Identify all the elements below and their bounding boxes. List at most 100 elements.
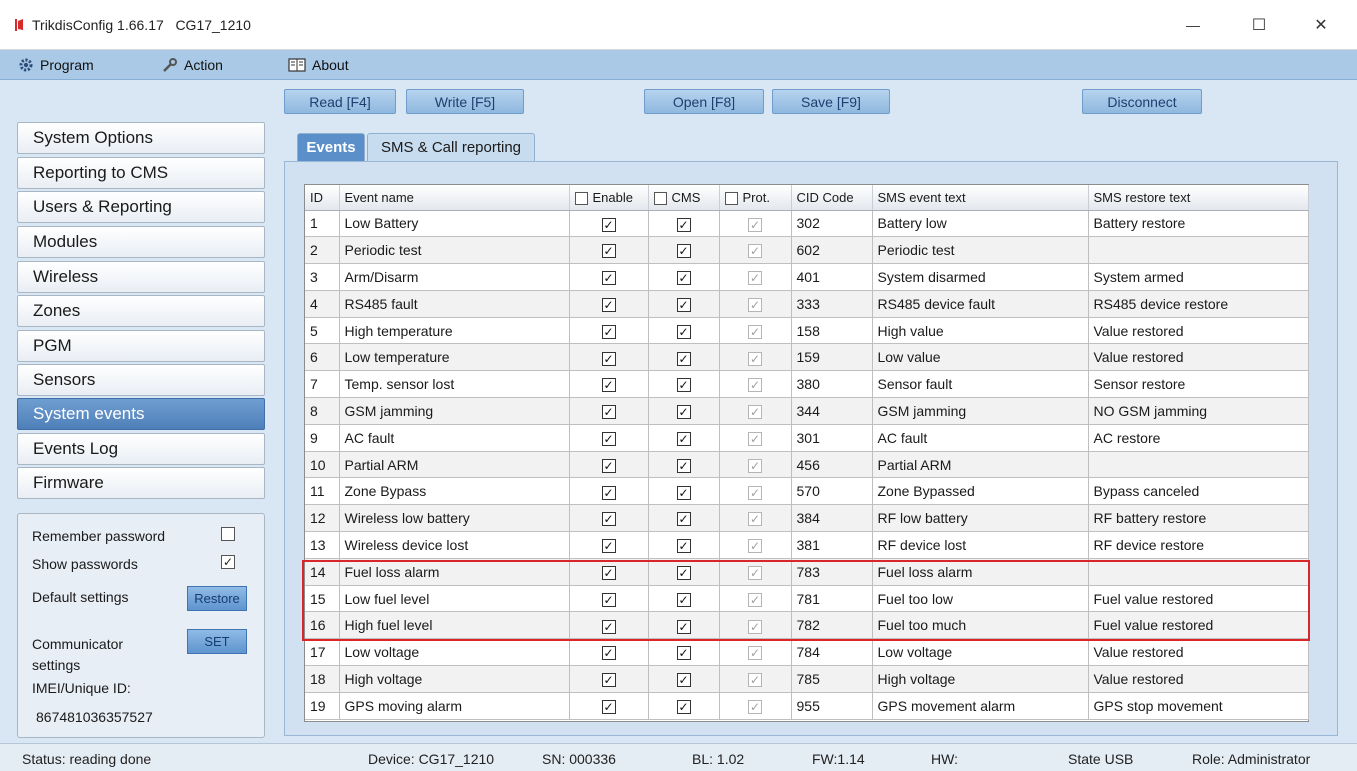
sidebar-item-system-options[interactable]: System Options [17,122,265,154]
event-id[interactable]: 14 [305,558,340,586]
sms-event-text[interactable]: Low voltage [872,638,1089,667]
event-name[interactable]: Zone Bypass [339,477,570,506]
event-id[interactable]: 2 [305,236,340,265]
table-row[interactable]: 12 Wireless low battery ✓ ✓ ✓ 384 RF low batte… [305,504,1309,533]
event-id[interactable]: 13 [305,531,340,559]
sms-event-text[interactable]: System disarmed [872,263,1089,291]
sms-restore-text[interactable]: RS485 device restore [1088,290,1309,318]
write-button[interactable]: Write [F5] [406,89,524,114]
event-name[interactable]: RS485 fault [339,290,570,318]
cid-code[interactable]: 159 [791,343,873,372]
tab-events[interactable]: Events [297,133,365,161]
table-row[interactable]: 13 Wireless device lost ✓ ✓ ✓ 381 RF device lo… [305,531,1309,559]
cid-code[interactable]: 456 [791,451,873,479]
cid-code[interactable]: 781 [791,585,873,613]
sms-event-text[interactable]: Fuel too much [872,611,1089,640]
column-header-cms[interactable]: CMS [648,185,720,211]
cid-code[interactable]: 570 [791,477,873,506]
event-name[interactable]: Low Battery [339,210,570,238]
cms-checkbox[interactable]: ✓ [676,378,691,393]
cid-code[interactable]: 158 [791,317,873,345]
sidebar-item-firmware[interactable]: Firmware [17,467,265,499]
sms-restore-text[interactable]: Bypass canceled [1088,477,1309,506]
restore-button[interactable]: Restore [187,586,247,611]
enable-checkbox[interactable]: ✓ [601,297,616,312]
enable-checkbox[interactable]: ✓ [601,324,616,339]
cms-checkbox[interactable]: ✓ [676,244,691,259]
sms-restore-text[interactable] [1088,236,1309,265]
event-id[interactable]: 18 [305,665,340,693]
column-header-enable[interactable]: Enable [569,185,649,211]
event-name[interactable]: Partial ARM [339,451,570,479]
table-row[interactable]: 3 Arm/Disarm ✓ ✓ ✓ 401 System disarmed System a… [305,263,1309,291]
enable-checkbox[interactable]: ✓ [601,431,616,446]
sms-restore-text[interactable] [1088,451,1309,479]
sidebar-item-pgm[interactable]: PGM [17,330,265,362]
event-name[interactable]: High temperature [339,317,570,345]
sms-restore-text[interactable]: System armed [1088,263,1309,291]
enable-checkbox[interactable]: ✓ [601,539,616,554]
enable-checkbox[interactable]: ✓ [601,485,616,500]
sms-event-text[interactable]: Battery low [872,210,1089,238]
maximize-button[interactable]: ☐ [1236,10,1282,40]
sidebar-item-events-log[interactable]: Events Log [17,433,265,465]
sms-restore-text[interactable]: Value restored [1088,343,1309,372]
enable-checkbox[interactable]: ✓ [601,646,616,661]
cms-checkbox[interactable]: ✓ [676,324,691,339]
remember-password-checkbox[interactable] [221,527,235,541]
open-button[interactable]: Open [F8] [644,89,764,114]
cid-code[interactable]: 784 [791,638,873,667]
cid-code[interactable]: 333 [791,290,873,318]
sms-restore-text[interactable]: Battery restore [1088,210,1309,238]
event-name[interactable]: Wireless device lost [339,531,570,559]
sms-event-text[interactable]: AC fault [872,424,1089,452]
cid-code[interactable]: 401 [791,263,873,291]
sms-restore-text[interactable]: Fuel value restored [1088,585,1309,613]
sms-event-text[interactable]: Partial ARM [872,451,1089,479]
event-id[interactable]: 7 [305,370,340,399]
cid-code[interactable]: 782 [791,611,873,640]
event-id[interactable]: 3 [305,263,340,291]
table-row[interactable]: 4 RS485 fault ✓ ✓ ✓ 333 RS485 device fault RS48… [305,290,1309,318]
table-row[interactable]: 14 Fuel loss alarm ✓ ✓ ✓ 783 Fuel loss alarm [305,558,1309,586]
cms-checkbox[interactable]: ✓ [676,592,691,607]
sidebar-item-sensors[interactable]: Sensors [17,364,265,396]
cms-checkbox[interactable]: ✓ [676,351,691,366]
event-id[interactable]: 16 [305,611,340,640]
enable-checkbox[interactable]: ✓ [601,351,616,366]
cid-code[interactable]: 785 [791,665,873,693]
save-button[interactable]: Save [F9] [772,89,890,114]
table-row[interactable]: 18 High voltage ✓ ✓ ✓ 785 High voltage Value re… [305,665,1309,693]
event-name[interactable]: Fuel loss alarm [339,558,570,586]
cms-checkbox[interactable]: ✓ [676,217,691,232]
event-name[interactable]: Periodic test [339,236,570,265]
sms-restore-text[interactable]: GPS stop movement [1088,692,1309,720]
cms-checkbox[interactable]: ✓ [676,565,691,580]
sms-restore-text[interactable]: Value restored [1088,665,1309,693]
cid-code[interactable]: 602 [791,236,873,265]
cms-checkbox[interactable]: ✓ [676,297,691,312]
event-name[interactable]: High voltage [339,665,570,693]
cms-all-checkbox[interactable] [653,191,667,205]
sms-event-text[interactable]: Zone Bypassed [872,477,1089,506]
event-id[interactable]: 12 [305,504,340,533]
cms-checkbox[interactable]: ✓ [676,271,691,286]
table-row[interactable]: 5 High temperature ✓ ✓ ✓ 158 High value Value r… [305,317,1309,345]
event-id[interactable]: 11 [305,477,340,506]
enable-checkbox[interactable]: ✓ [601,244,616,259]
event-name[interactable]: Arm/Disarm [339,263,570,291]
event-id[interactable]: 9 [305,424,340,452]
menu-about[interactable]: About [288,50,349,80]
cid-code[interactable]: 955 [791,692,873,720]
enable-checkbox[interactable]: ✓ [601,217,616,232]
event-id[interactable]: 5 [305,317,340,345]
sms-event-text[interactable]: Low value [872,343,1089,372]
sms-event-text[interactable]: Fuel loss alarm [872,558,1089,586]
event-name[interactable]: Low fuel level [339,585,570,613]
enable-checkbox[interactable]: ✓ [601,405,616,420]
event-name[interactable]: High fuel level [339,611,570,640]
sms-event-text[interactable]: Periodic test [872,236,1089,265]
table-row[interactable]: 7 Temp. sensor lost ✓ ✓ ✓ 380 Sensor fault Sens… [305,370,1309,399]
sms-restore-text[interactable]: Fuel value restored [1088,611,1309,640]
cms-checkbox[interactable]: ✓ [676,673,691,688]
